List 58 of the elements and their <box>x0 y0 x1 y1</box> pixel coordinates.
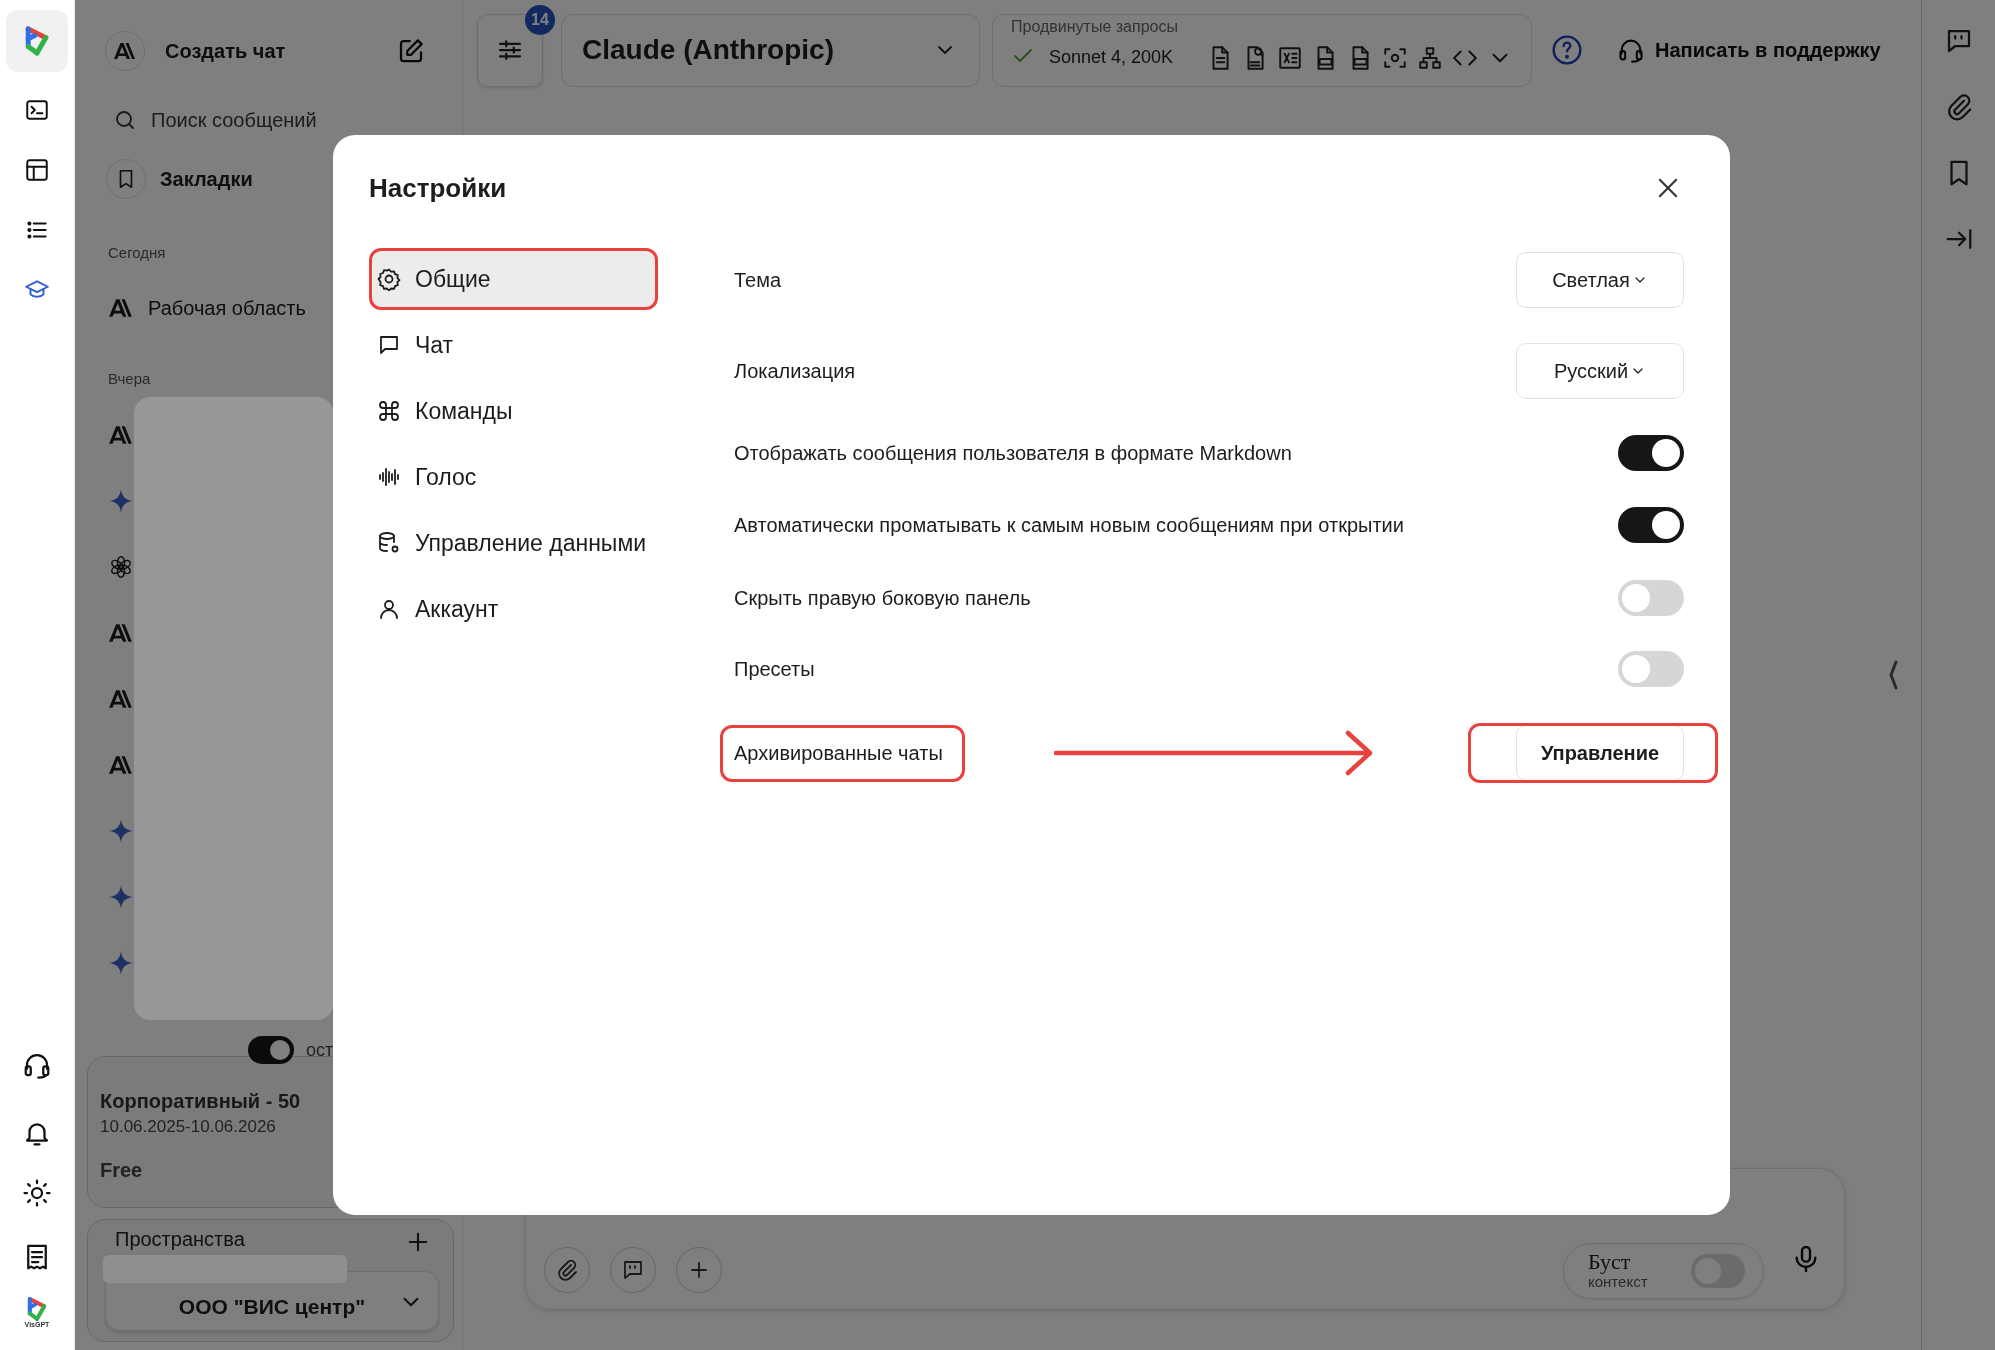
plan-period: 10.06.2025-10.06.2026 <box>100 1117 277 1137</box>
command-icon <box>377 399 401 423</box>
setting-label: Тема <box>734 268 782 292</box>
help-button[interactable] <box>1551 34 1583 66</box>
settings-tab[interactable]: Общие <box>369 249 658 309</box>
settings-tab[interactable]: Команды <box>369 381 658 441</box>
sparkle-icon <box>108 950 134 976</box>
boost-sublabel: контекст <box>1588 1273 1648 1291</box>
select-dropdown[interactable]: Светлая <box>1516 252 1684 308</box>
sun-glyph-icon <box>22 1178 52 1208</box>
select-dropdown[interactable]: Русский <box>1516 343 1684 399</box>
plan-name: Корпоративный - 50 <box>100 1089 302 1113</box>
terminal-glyph-icon <box>24 97 50 123</box>
setting-label: Скрыть правую боковую панель <box>734 586 1031 610</box>
layout-glyph-icon <box>24 157 50 183</box>
setting-label: Архивированные чаты <box>734 741 943 765</box>
toggle-switch[interactable] <box>248 1036 294 1064</box>
settings-tab[interactable]: Управление данными <box>369 513 658 573</box>
help-icon <box>1551 34 1583 66</box>
model-dropdown[interactable]: Claude (Anthropic) <box>561 13 980 87</box>
setting-label: Отображать сообщения пользователя в формате Markdown <box>734 441 1292 465</box>
sparkle-icon <box>108 884 134 910</box>
toggle-switch[interactable] <box>1618 507 1684 543</box>
toggle-switch[interactable] <box>1618 651 1684 687</box>
panel-title: Продвинутые запросы <box>1011 16 1179 37</box>
spaces-title: Пространства <box>115 1228 245 1251</box>
handle-icon <box>1887 660 1899 690</box>
setting-label: Локализация <box>734 359 856 383</box>
settings-tab[interactable]: Голос <box>369 447 658 507</box>
waveform-icon <box>377 465 401 489</box>
setting-label: Пресеты <box>734 657 815 681</box>
search-icon <box>113 108 137 132</box>
toggle-switch[interactable] <box>1618 435 1684 471</box>
collapse-handle[interactable] <box>1887 660 1899 690</box>
app-logo-button[interactable] <box>6 10 68 72</box>
gear-icon <box>377 267 401 291</box>
toggle-label: ост <box>306 1039 334 1061</box>
search-field[interactable]: Поиск сообщений <box>151 108 411 132</box>
chat-bubble-icon <box>377 333 401 357</box>
new-chat-button[interactable]: Создать чат <box>105 31 286 71</box>
settings-tab[interactable]: Аккаунт <box>369 579 658 639</box>
database-icon <box>377 531 401 555</box>
tier-label: Free <box>100 1159 144 1182</box>
count-badge: 14 <box>525 4 555 35</box>
user-icon <box>377 597 401 621</box>
setting-label: Автоматически проматывать к самым новым сообщениям при открытии <box>734 513 1404 537</box>
sitemap-icon[interactable] <box>1417 44 1444 71</box>
boost-label: Буст <box>1588 1251 1632 1273</box>
spreadsheet-icon[interactable] <box>1277 44 1304 71</box>
quote-bubble-icon <box>621 1258 645 1282</box>
model-label: Sonnet 4, 200K <box>1049 47 1174 68</box>
support-button[interactable]: Написать в поддержку <box>1617 36 1881 64</box>
sparkle-icon <box>108 818 134 844</box>
section-heading: Сегодня <box>107 243 167 263</box>
section-heading: Вчера <box>107 369 152 389</box>
toggle-switch[interactable] <box>1618 580 1684 616</box>
dialog-title: Настройки <box>369 172 507 204</box>
paperclip-icon <box>555 1258 579 1282</box>
